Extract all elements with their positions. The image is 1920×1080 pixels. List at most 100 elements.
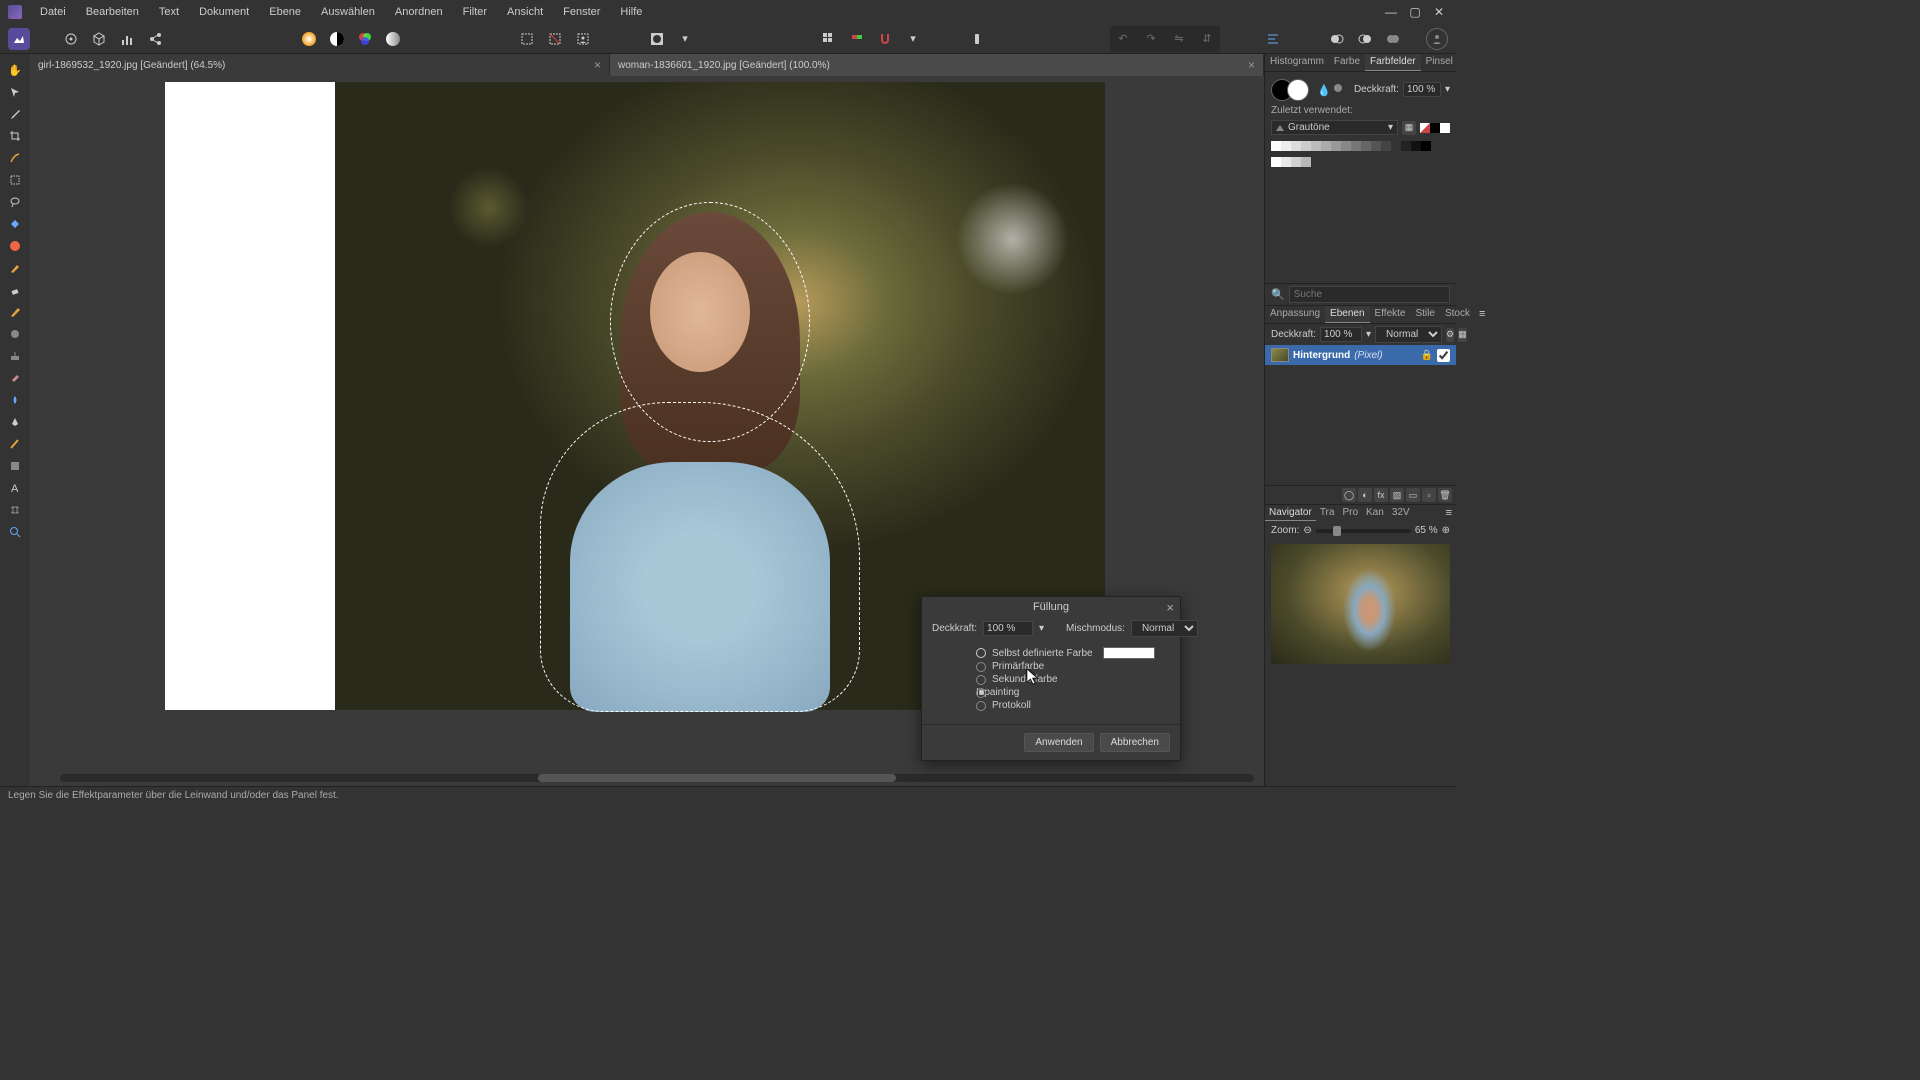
flood-tool[interactable]	[4, 214, 26, 234]
marquee-tool[interactable]	[4, 170, 26, 190]
gray-swatch[interactable]	[1381, 141, 1391, 151]
lock-icon[interactable]: 🔒	[1421, 350, 1433, 361]
color-wheel-icon[interactable]	[298, 28, 320, 50]
gray-swatch[interactable]	[1291, 157, 1301, 167]
gray-swatch[interactable]	[1351, 141, 1361, 151]
navigator-thumbnail[interactable]	[1271, 544, 1450, 664]
color-picker-tool[interactable]	[4, 104, 26, 124]
dropdown-arrow-icon[interactable]: ▾	[674, 28, 696, 50]
close-tab-icon[interactable]: ×	[594, 58, 601, 72]
tab-document-1[interactable]: girl-1869532_1920.jpg [Geändert] (64.5%)…	[30, 54, 610, 76]
zoom-in-icon[interactable]: ⊕	[1442, 525, 1450, 536]
rotate-right-icon[interactable]: ↷	[1140, 28, 1162, 50]
circle-overlap-icon-3[interactable]	[1382, 28, 1404, 50]
tab-anpassung[interactable]: Anpassung	[1265, 306, 1325, 323]
layer-add-icon[interactable]: ▫	[1422, 488, 1436, 502]
tab-stock[interactable]: Stock	[1440, 306, 1475, 323]
gray-swatch[interactable]	[1421, 141, 1431, 151]
marquee-rect-icon[interactable]	[516, 28, 538, 50]
swatch-grid-icon[interactable]: ▦	[1402, 121, 1416, 135]
radio-secondary-color[interactable]: Sekundärfarbe	[976, 673, 1170, 686]
selection-brush-tool[interactable]	[4, 148, 26, 168]
tab-tra[interactable]: Tra	[1316, 505, 1339, 521]
tab-pinsel[interactable]: Pinsel	[1421, 54, 1458, 71]
dlg-opacity-input[interactable]	[983, 621, 1033, 636]
tab-ebenen[interactable]: Ebenen	[1325, 306, 1369, 323]
layer-visibility-checkbox[interactable]	[1437, 349, 1450, 362]
tab-kan[interactable]: Kan	[1362, 505, 1388, 521]
gray-swatch[interactable]	[1321, 141, 1331, 151]
menu-auswaehlen[interactable]: Auswählen	[313, 3, 383, 21]
flip-h-icon[interactable]: ⇋	[1168, 28, 1190, 50]
menu-bearbeiten[interactable]: Bearbeiten	[78, 3, 147, 21]
dropdown-arrow-icon[interactable]: ▾	[1445, 84, 1450, 95]
gradient-tool[interactable]	[4, 236, 26, 256]
close-icon[interactable]: ×	[1166, 600, 1174, 615]
circle-overlap-icon-1[interactable]	[1326, 28, 1348, 50]
opacity-input[interactable]	[1403, 82, 1441, 97]
align-icon[interactable]	[1262, 28, 1284, 50]
gradient-circle-icon[interactable]	[382, 28, 404, 50]
levels-icon[interactable]	[116, 28, 138, 50]
retouch-tool[interactable]	[4, 434, 26, 454]
gray-swatch[interactable]	[1281, 141, 1291, 151]
layer-opacity-input[interactable]	[1320, 327, 1362, 342]
gray-swatch[interactable]	[1411, 141, 1421, 151]
radio-inpainting[interactable]: Inpainting	[976, 686, 1170, 699]
minimize-button[interactable]: —	[1382, 4, 1400, 20]
flip-v-icon[interactable]: ⇵	[1196, 28, 1218, 50]
mesh-tool[interactable]	[4, 500, 26, 520]
gray-swatch[interactable]	[1271, 157, 1281, 167]
gray-swatch[interactable]	[1341, 141, 1351, 151]
eraser-tool[interactable]	[4, 280, 26, 300]
tab-navigator[interactable]: Navigator	[1265, 505, 1316, 521]
gray-swatch[interactable]	[1281, 157, 1291, 167]
layer-options-icon[interactable]: ▦	[1458, 328, 1467, 342]
rgb-circle-icon[interactable]	[354, 28, 376, 50]
zoom-slider[interactable]	[1316, 529, 1411, 533]
layer-item[interactable]: Hintergrund (Pixel) 🔒	[1265, 345, 1456, 365]
cube-icon[interactable]	[88, 28, 110, 50]
menu-ebene[interactable]: Ebene	[261, 3, 309, 21]
menu-anordnen[interactable]: Anordnen	[387, 3, 451, 21]
tab-farbe[interactable]: Farbe	[1329, 54, 1365, 71]
color-swatch[interactable]	[1440, 123, 1450, 133]
gray-swatch[interactable]	[1401, 141, 1411, 151]
cancel-button[interactable]: Abbrechen	[1100, 733, 1170, 752]
menu-text[interactable]: Text	[151, 3, 187, 21]
mask-square-icon[interactable]	[646, 28, 668, 50]
menu-filter[interactable]: Filter	[455, 3, 495, 21]
dropdown-arrow-icon[interactable]: ▾	[1039, 623, 1044, 634]
pen-tool[interactable]	[4, 412, 26, 432]
layer-mask-icon[interactable]: ◯	[1342, 488, 1356, 502]
layer-adj-icon[interactable]: ◐	[1358, 488, 1372, 502]
bw-circle-icon[interactable]	[326, 28, 348, 50]
grid-icon[interactable]	[818, 28, 840, 50]
blur-tool[interactable]	[4, 324, 26, 344]
flag-icon[interactable]	[846, 28, 868, 50]
gray-swatch[interactable]	[1391, 141, 1401, 151]
move-tool[interactable]	[4, 82, 26, 102]
tab-32v[interactable]: 32V	[1388, 505, 1414, 521]
close-window-button[interactable]: ✕	[1430, 4, 1448, 20]
dropdown-arrow-icon-2[interactable]: ▾	[902, 28, 924, 50]
apply-button[interactable]: Anwenden	[1024, 733, 1093, 752]
no-color-swatch[interactable]	[1420, 123, 1430, 133]
tab-farbfelder[interactable]: Farbfelder	[1365, 54, 1421, 71]
radio-protocol[interactable]: Protokoll	[976, 699, 1170, 712]
radio-custom-color[interactable]: Selbst definierte Farbe	[976, 646, 1170, 660]
fg-bg-colors[interactable]	[1271, 78, 1309, 102]
rotate-left-icon[interactable]: ↶	[1112, 28, 1134, 50]
crop-tool[interactable]	[4, 126, 26, 146]
menu-dokument[interactable]: Dokument	[191, 3, 257, 21]
tab-document-2[interactable]: woman-1836601_1920.jpg [Geändert] (100.0…	[610, 54, 1264, 76]
dlg-blend-select[interactable]: Normal	[1131, 620, 1198, 637]
dodge-tool[interactable]	[4, 390, 26, 410]
close-tab-icon[interactable]: ×	[1248, 58, 1255, 72]
menu-ansicht[interactable]: Ansicht	[499, 3, 551, 21]
tab-pro[interactable]: Pro	[1338, 505, 1362, 521]
gray-swatch[interactable]	[1301, 141, 1311, 151]
healing-tool[interactable]	[4, 368, 26, 388]
panel-menu-icon[interactable]: ≡	[1475, 306, 1489, 323]
swatch-dot-icon[interactable]	[1334, 84, 1342, 92]
